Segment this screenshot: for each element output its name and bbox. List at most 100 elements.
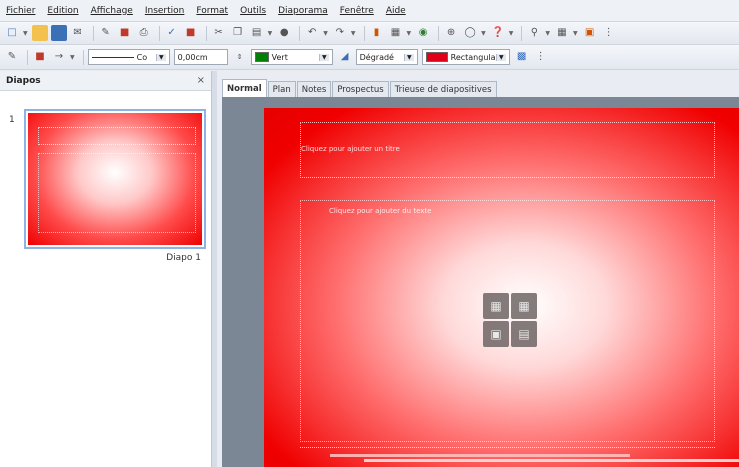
- toolbar-separator: [92, 25, 94, 41]
- cut-icon[interactable]: ✂: [211, 25, 227, 41]
- tab-plan[interactable]: Plan: [267, 81, 296, 97]
- menu-diaporama[interactable]: Diaporama: [278, 6, 328, 16]
- toolbar-separator: [27, 49, 28, 65]
- slides-panel: Diapos × 1 Diapo 1: [0, 71, 212, 467]
- panel-splitter[interactable]: [211, 71, 217, 467]
- line-and-filling-toolbar: ✎ ■ → ▼ Co ▼ 0,00cm ⇕ Vert ▼ ◢ Dégradé ▼ …: [0, 45, 739, 70]
- open-folder-icon[interactable]: [31, 25, 48, 41]
- chevron-down-icon[interactable]: ▼: [70, 54, 75, 61]
- chevron-down-icon[interactable]: ▼: [407, 30, 412, 37]
- footer-placeholder: [300, 447, 715, 448]
- title-placeholder-text: Cliquez pour ajouter un titre: [301, 145, 400, 153]
- slide-thumbnail-label: Diapo 1: [166, 253, 201, 263]
- spinner-icon[interactable]: ⇕: [232, 49, 248, 65]
- chevron-down-icon[interactable]: ▼: [351, 30, 356, 37]
- chevron-down-icon[interactable]: ▼: [323, 30, 328, 37]
- chevron-down-icon[interactable]: ▼: [496, 53, 506, 61]
- chevron-down-icon[interactable]: ▼: [268, 30, 273, 37]
- menu-edition[interactable]: Edition: [47, 6, 78, 16]
- area-fill-icon[interactable]: ◢: [337, 49, 353, 65]
- content-placeholder[interactable]: Cliquez pour ajouter du texte ▦ ▦ ▣ ▤: [300, 200, 715, 442]
- area-color-swatch: [254, 52, 269, 62]
- slide-thumbnail-preview: [28, 113, 202, 245]
- tab-prospectus[interactable]: Prospectus: [332, 81, 389, 97]
- line-style-select[interactable]: Co ▼: [87, 49, 170, 65]
- help-icon[interactable]: ❓: [490, 25, 506, 41]
- zoom-icon[interactable]: ⚲: [526, 25, 542, 41]
- insert-table-icon[interactable]: ▦: [483, 293, 509, 319]
- insert-chart-icon[interactable]: ▦: [511, 293, 537, 319]
- chevron-down-icon[interactable]: ▼: [319, 53, 329, 61]
- chart-icon[interactable]: ▮: [369, 25, 385, 41]
- export-pdf-icon[interactable]: ■: [117, 25, 133, 41]
- area-fill-type-value: Dégradé: [359, 52, 394, 62]
- chevron-down-icon[interactable]: ▼: [545, 30, 550, 37]
- close-icon[interactable]: ×: [197, 75, 205, 86]
- menu-outils[interactable]: Outils: [240, 6, 266, 16]
- insert-object-buttons: ▦ ▦ ▣ ▤: [483, 293, 537, 347]
- menu-format[interactable]: Format: [196, 6, 228, 16]
- hyperlink-icon[interactable]: ◉: [415, 25, 431, 41]
- table-icon[interactable]: ▦: [388, 25, 404, 41]
- slide-number: 1: [9, 115, 15, 125]
- line-width-field[interactable]: 0,00cm: [173, 49, 228, 65]
- view-tabs: Normal Plan Notes Prospectus Trieuse de …: [222, 79, 498, 97]
- menu-fenetre[interactable]: Fenêtre: [340, 6, 374, 16]
- navigator-icon[interactable]: ⊕: [443, 25, 459, 41]
- chevron-down-icon[interactable]: ▼: [481, 30, 486, 37]
- new-document-icon[interactable]: □: [4, 25, 20, 41]
- toolbar-separator: [82, 49, 84, 65]
- chevron-down-icon[interactable]: ▼: [573, 30, 578, 37]
- menu-bar: Fichier Edition Affichage Insertion Form…: [0, 0, 739, 22]
- menu-fichier[interactable]: Fichier: [6, 6, 35, 16]
- clone-format-icon[interactable]: ●: [276, 25, 292, 41]
- chevron-down-icon[interactable]: ▼: [23, 30, 28, 37]
- spellcheck-icon[interactable]: ✓: [164, 25, 180, 41]
- slide-thumbnail[interactable]: [24, 109, 206, 249]
- arrow-style-icon[interactable]: →: [51, 49, 67, 65]
- line-icon[interactable]: ■: [32, 49, 48, 65]
- tab-slide-sorter[interactable]: Trieuse de diapositives: [389, 81, 497, 97]
- redo-icon[interactable]: ↷: [332, 25, 348, 41]
- chevron-down-icon[interactable]: ▼: [404, 53, 414, 61]
- area-color-value: Vert: [271, 52, 288, 62]
- thumbnail-content-placeholder: [38, 153, 196, 233]
- autospellcheck-icon[interactable]: ■: [183, 25, 199, 41]
- insert-image-icon[interactable]: ▣: [483, 321, 509, 347]
- area-color-select[interactable]: Vert ▼: [250, 49, 333, 65]
- area-fill-type-select[interactable]: Dégradé ▼: [355, 49, 418, 65]
- display-grid-icon[interactable]: ▦: [554, 25, 570, 41]
- menu-aide[interactable]: Aide: [386, 6, 406, 16]
- slide-canvas[interactable]: Cliquez pour ajouter un titre Cliquez po…: [264, 108, 739, 467]
- save-icon[interactable]: [50, 25, 67, 41]
- title-placeholder[interactable]: Cliquez pour ajouter un titre: [300, 122, 715, 178]
- thumbnail-title-placeholder: [38, 127, 196, 145]
- gallery-icon[interactable]: ◯: [462, 25, 478, 41]
- more-options-icon[interactable]: ⋮: [533, 49, 549, 65]
- paste-icon[interactable]: ▤: [249, 25, 265, 41]
- menu-insertion[interactable]: Insertion: [145, 6, 185, 16]
- undo-icon[interactable]: ↶: [304, 25, 320, 41]
- copy-icon[interactable]: ❐: [230, 25, 246, 41]
- more-options-icon[interactable]: ⋮: [601, 25, 617, 41]
- points-edit-icon[interactable]: ✎: [4, 49, 20, 65]
- area-fill-style-select[interactable]: Rectangula ▼: [421, 49, 510, 65]
- print-icon[interactable]: ⎙: [136, 25, 152, 41]
- email-icon[interactable]: ✉: [70, 25, 86, 41]
- photo-icon[interactable]: ▣: [582, 25, 598, 41]
- toolbar-separator: [363, 25, 365, 41]
- standard-toolbar: □ ▼ ✉ ✎ ■ ⎙ ✓ ■ ✂ ❐ ▤ ▼ ● ↶ ▼ ↷ ▼ ▮ ▦ ▼ ◉ ⊕ ◯…: [0, 22, 739, 45]
- menu-affichage[interactable]: Affichage: [91, 6, 133, 16]
- content-placeholder-text: Cliquez pour ajouter du texte: [329, 207, 432, 215]
- slide-editor: Cliquez pour ajouter un titre Cliquez po…: [222, 97, 739, 467]
- chevron-down-icon[interactable]: ▼: [156, 53, 166, 61]
- chevron-down-icon[interactable]: ▼: [509, 30, 514, 37]
- toolbar-separator: [158, 25, 160, 41]
- tab-notes[interactable]: Notes: [296, 81, 332, 97]
- tab-normal[interactable]: Normal: [222, 79, 267, 97]
- insert-video-icon[interactable]: ▤: [511, 321, 537, 347]
- edit-file-icon[interactable]: ✎: [98, 25, 114, 41]
- toolbar-separator: [205, 25, 207, 41]
- shadow-icon[interactable]: ▩: [514, 49, 530, 65]
- fill-style-swatch: [425, 52, 448, 62]
